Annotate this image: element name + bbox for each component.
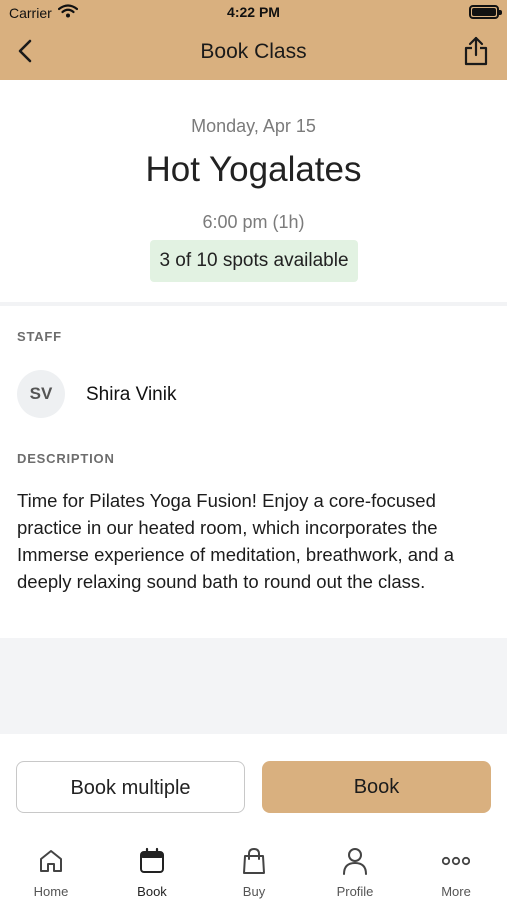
status-bar: Carrier 4:22 PM [0,0,507,24]
tab-home-label: Home [33,884,69,899]
tab-buy[interactable]: Buy [214,846,294,899]
person-icon [315,846,395,876]
tab-book-label: Book [137,884,167,899]
home-icon [11,846,91,876]
class-time: 6:00 pm (1h) [202,212,305,232]
page-title: Book Class [200,40,307,63]
tab-buy-label: Buy [242,884,266,899]
section-divider [0,302,507,306]
tab-home[interactable]: Home [11,846,91,899]
top-bar: Carrier 4:22 PM Book Class [0,0,507,80]
class-name: Hot Yogalates [145,150,362,189]
description-text: Time for Pilates Yoga Fusion! Enjoy a co… [17,490,455,592]
tab-book[interactable]: Book [112,846,192,899]
share-button[interactable] [461,34,491,68]
tab-more[interactable]: More [416,846,496,899]
clock: 4:22 PM [227,4,280,20]
nav-bar: Book Class [0,24,507,80]
tab-profile-label: Profile [336,884,374,899]
class-header: Monday, Apr 15 Hot Yogalates 6:00 pm (1h… [0,80,507,302]
more-dots-icon [416,846,496,876]
calendar-icon [112,846,192,876]
class-date: Monday, Apr 15 [191,116,316,136]
shopping-bag-icon [214,846,294,876]
book-button[interactable]: Book [262,761,491,813]
staff-name[interactable]: Shira Vinik [86,384,176,406]
staff-avatar: SV [17,370,65,418]
tab-more-label: More [441,884,471,899]
tab-bar: Home Book Buy Profile More [0,840,507,900]
book-multiple-button[interactable]: Book multiple [16,761,245,813]
share-icon [464,36,488,66]
tab-profile[interactable]: Profile [315,846,395,899]
spacer-area [0,638,507,734]
battery-icon [469,5,502,19]
description-section-label: DESCRIPTION [17,451,115,466]
spots-badge: 3 of 10 spots available [150,240,358,282]
staff-section-label: STAFF [17,329,62,344]
